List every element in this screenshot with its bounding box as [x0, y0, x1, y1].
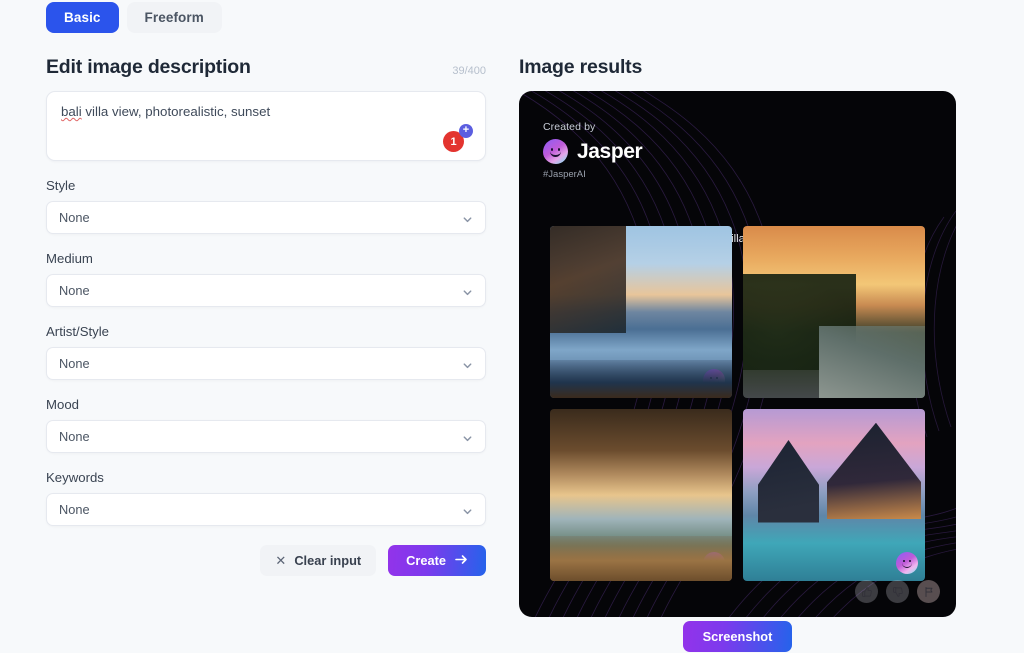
select-keywords[interactable]: None	[46, 493, 486, 526]
brand-name: Jasper	[577, 139, 643, 163]
select-style-value: None	[59, 210, 90, 225]
character-counter: 39/400	[452, 65, 486, 77]
jasper-watermark-icon	[896, 552, 918, 574]
field-label-style: Style	[46, 178, 76, 193]
tab-basic[interactable]: Basic	[46, 2, 119, 33]
thumbs-up-icon[interactable]	[855, 580, 878, 603]
screenshot-bar: Screenshot	[519, 621, 956, 652]
result-image-1[interactable]	[550, 226, 732, 398]
create-label: Create	[406, 553, 446, 568]
flag-icon[interactable]	[917, 580, 940, 603]
select-artist-style[interactable]: None	[46, 347, 486, 380]
create-button[interactable]: Create	[388, 545, 486, 576]
brand-row: Jasper	[543, 139, 643, 164]
select-keywords-value: None	[59, 502, 90, 517]
brand-hashtag: #JasperAI	[543, 169, 586, 180]
description-text: bali villa view, photorealistic, sunset	[61, 103, 435, 122]
result-image-4[interactable]	[743, 409, 925, 581]
chevron-down-icon	[462, 431, 473, 442]
results-title: Image results	[519, 56, 643, 78]
thumbs-down-icon[interactable]	[886, 580, 909, 603]
field-label-keywords: Keywords	[46, 470, 104, 485]
close-icon: ✕	[275, 553, 287, 568]
select-style[interactable]: None	[46, 201, 486, 234]
clear-input-label: Clear input	[294, 553, 362, 568]
jasper-watermark-icon	[703, 369, 725, 391]
field-artist-style: Artist/Style None	[46, 324, 486, 380]
image-grid	[550, 226, 925, 581]
chevron-down-icon	[462, 358, 473, 369]
jasper-smiley-logo-icon	[543, 139, 568, 164]
page-title: Edit image description	[46, 56, 251, 78]
suggestion-badge-group[interactable]: 1 +	[443, 124, 473, 152]
add-plus-icon[interactable]: +	[459, 124, 473, 138]
misspelled-word: bali	[61, 104, 82, 119]
clear-input-button[interactable]: ✕ Clear input	[260, 545, 377, 576]
card-feedback-actions	[855, 580, 940, 603]
field-style: Style None	[46, 178, 486, 234]
image-generator-page: Basic Freeform Edit image description 39…	[0, 0, 1024, 653]
arrow-right-icon	[455, 553, 468, 568]
description-rest: villa view, photorealistic, sunset	[81, 104, 271, 119]
field-keywords: Keywords None	[46, 470, 486, 526]
logo-smile	[550, 151, 561, 157]
select-mood[interactable]: None	[46, 420, 486, 453]
screenshot-button[interactable]: Screenshot	[682, 621, 793, 652]
field-mood: Mood None	[46, 397, 486, 453]
field-medium: Medium None	[46, 251, 486, 307]
result-image-2[interactable]	[743, 226, 925, 398]
jasper-watermark-icon	[896, 369, 918, 391]
created-by-label: Created by	[543, 121, 596, 133]
field-label-artist-style: Artist/Style	[46, 324, 110, 339]
results-panel: Image results Created by Jasper #JasperA…	[519, 56, 956, 617]
select-mood-value: None	[59, 429, 90, 444]
results-card: Created by Jasper #JasperAI bali villa v…	[519, 91, 956, 617]
edit-panel-header: Edit image description 39/400	[46, 56, 486, 79]
form-actions: ✕ Clear input Create	[46, 545, 486, 576]
edit-panel: Edit image description 39/400 bali villa…	[46, 56, 486, 576]
mode-tabs: Basic Freeform	[46, 2, 222, 33]
chevron-down-icon	[462, 212, 473, 223]
description-input[interactable]: bali villa view, photorealistic, sunset …	[46, 91, 486, 161]
field-label-medium: Medium	[46, 251, 93, 266]
jasper-watermark-icon	[703, 552, 725, 574]
select-medium-value: None	[59, 283, 90, 298]
card-branding: Created by Jasper #JasperAI	[543, 121, 643, 180]
select-artist-style-value: None	[59, 356, 90, 371]
result-image-3[interactable]	[550, 409, 732, 581]
select-medium[interactable]: None	[46, 274, 486, 307]
field-label-mood: Mood	[46, 397, 79, 412]
chevron-down-icon	[462, 504, 473, 515]
tab-freeform[interactable]: Freeform	[126, 2, 222, 33]
chevron-down-icon	[462, 285, 473, 296]
